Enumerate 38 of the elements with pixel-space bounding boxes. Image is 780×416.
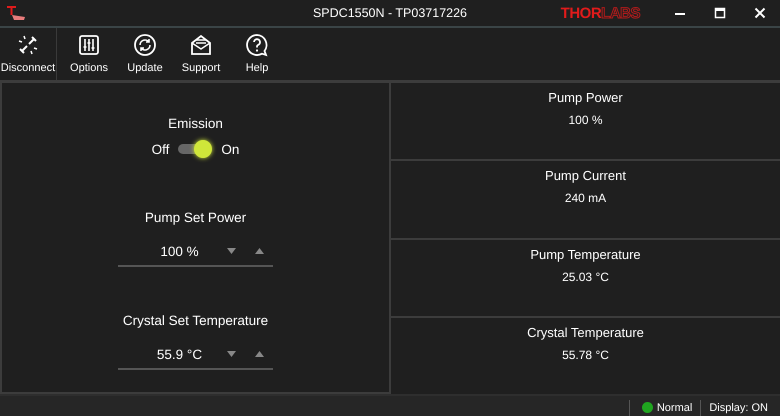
up-triangle-icon [254,351,264,357]
readout-label: Pump Power [548,90,623,105]
readout-label: Pump Current [545,168,626,184]
app-logo-icon [6,5,28,21]
readout-label: Pump Temperature [530,246,641,262]
emission-label: Emission [168,116,223,131]
help-icon [245,33,269,57]
close-icon [754,7,766,19]
toolbar-button[interactable]: Support [173,28,229,80]
emission-toggle[interactable] [176,140,214,158]
setpoint-label: Crystal Set Temperature [122,313,268,328]
down-triangle-icon [226,248,236,254]
readout-label: Crystal Temperature [527,324,644,340]
toolbar-button[interactable]: Disconnect [0,28,57,80]
refresh-icon [133,33,157,57]
setpoint-label: Pump Set Power [144,210,246,225]
spin-field[interactable]: 100 % [118,237,273,267]
down-triangle-icon [226,351,236,357]
maximize-icon [714,7,726,19]
brand-logo: THORLABS [560,4,640,22]
toolbar-button[interactable]: Help [229,28,285,80]
readout-value: 55.78 °C [562,348,609,362]
window-title: SPDC1550N - TP03717226 [312,6,468,20]
readout-value: 25.03 °C [562,270,609,284]
readout-value: 100 % [568,113,603,127]
toolbar-button[interactable]: Options [61,28,117,80]
status-text: Normal [656,402,692,414]
envelope-icon [189,33,213,57]
display-status: Display: ON [709,402,768,414]
broken-link-icon [16,33,40,57]
up-triangle-icon [254,248,264,254]
toolbar-button[interactable]: Update [117,28,173,80]
sliders-icon [77,33,101,57]
readout-value: 240 mA [564,191,606,206]
off-label: Off [152,142,170,156]
spin-field[interactable]: 55.9 °C [118,340,273,370]
status-dot [642,402,653,413]
on-label: On [221,142,240,156]
